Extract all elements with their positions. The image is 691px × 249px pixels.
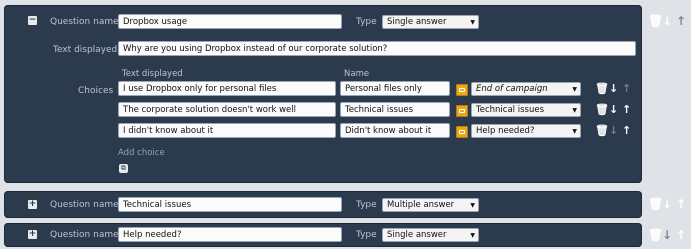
type-label: Type [356, 17, 377, 27]
choice-target-select-2[interactable]: Technical issues ▼ [471, 103, 581, 117]
arrow-up-icon: ↑ [622, 82, 632, 95]
trash-icon[interactable]: 🗑 [648, 198, 663, 210]
question-name-label: Question name [50, 230, 119, 240]
trash-icon[interactable]: 🗑 [595, 104, 609, 115]
caret-down-icon: ▼ [470, 232, 475, 239]
tag-icon[interactable] [456, 84, 468, 96]
trash-icon[interactable]: 🗑 [648, 15, 663, 27]
arrow-up-icon[interactable]: ↑ [676, 198, 686, 210]
choice-text-input-2[interactable]: The corporate solution doesn't work well [118, 102, 336, 117]
choice-target-value-2: Technical issues [476, 105, 544, 115]
text-displayed-input[interactable]: Why are you using Dropbox instead of our… [118, 41, 636, 56]
arrow-up-icon[interactable]: ↑ [622, 104, 631, 115]
caret-down-icon: ▼ [572, 86, 577, 93]
arrow-down-icon[interactable]: ↓ [609, 83, 618, 94]
choice-name-input-3[interactable]: Didn't know about it [340, 123, 450, 138]
type-select-value: Multiple answer [387, 200, 455, 210]
choices-text-column-header: Text displayed [122, 69, 183, 79]
tag-icon[interactable] [456, 105, 468, 117]
question-panel-dropbox-usage: − Question name Dropbox usage Type Singl… [4, 5, 642, 183]
caret-down-icon: ▼ [470, 202, 475, 209]
question-panel-technical-issues: + Question name Technical issues Type Mu… [4, 191, 642, 218]
caret-down-icon: ▼ [572, 128, 577, 135]
arrow-down-icon[interactable]: ↓ [609, 104, 618, 115]
collapse-icon[interactable]: − [28, 16, 37, 25]
expand-icon[interactable]: + [28, 200, 37, 209]
question-name-input[interactable]: Help needed? [118, 227, 342, 242]
question-panel-help-needed: + Question name Help needed? Type Single… [4, 223, 642, 247]
choices-name-column-header: Name [344, 69, 370, 79]
text-displayed-label: Text displayed [53, 45, 118, 55]
expand-icon[interactable]: + [28, 230, 37, 239]
add-choice-link[interactable]: Add choice [118, 148, 165, 158]
caret-down-icon: ▼ [470, 19, 475, 26]
choice-text-input-3[interactable]: I didn't know about it [118, 123, 336, 138]
link-icon[interactable]: ⧉ [119, 164, 128, 173]
arrow-down-icon[interactable]: ↓ [662, 198, 672, 210]
choices-label: Choices [78, 86, 114, 96]
type-label: Type [356, 200, 377, 210]
type-label: Type [356, 230, 377, 240]
trash-icon[interactable]: 🗑 [595, 125, 609, 136]
type-select[interactable]: Single answer ▼ [382, 228, 479, 242]
choice-name-input-1[interactable]: Personal files only [340, 81, 450, 96]
type-select-value: Single answer [387, 17, 447, 27]
arrow-down-icon: ↓ [662, 228, 673, 242]
type-select-value: Single answer [387, 230, 447, 240]
arrow-down-icon[interactable]: ↓ [662, 15, 672, 27]
caret-down-icon: ▼ [572, 107, 577, 114]
choice-target-value-3: Help needed? [476, 126, 535, 136]
arrow-up-icon[interactable]: ↑ [676, 229, 686, 241]
question-name-label: Question name [50, 17, 119, 27]
question-name-input[interactable]: Dropbox usage [118, 14, 342, 29]
choice-target-value-1: End of campaign [476, 84, 548, 94]
choice-target-select-1[interactable]: End of campaign ▼ [471, 82, 581, 96]
arrow-down-icon: ↓ [609, 124, 619, 137]
type-select[interactable]: Multiple answer ▼ [382, 198, 479, 212]
choice-text-input-1[interactable]: I use Dropbox only for personal files [118, 81, 336, 96]
type-select[interactable]: Single answer ▼ [382, 15, 479, 29]
choice-target-select-3[interactable]: Help needed? ▼ [471, 124, 581, 138]
trash-icon[interactable]: 🗑 [595, 83, 609, 94]
arrow-up-icon: ↑ [676, 14, 687, 28]
choice-name-input-2[interactable]: Technical issues [340, 102, 450, 117]
tag-icon[interactable] [456, 126, 468, 138]
question-name-input[interactable]: Technical issues [118, 197, 342, 212]
question-name-label: Question name [50, 200, 119, 210]
arrow-up-icon[interactable]: ↑ [622, 125, 631, 136]
trash-icon[interactable]: 🗑 [648, 229, 663, 241]
